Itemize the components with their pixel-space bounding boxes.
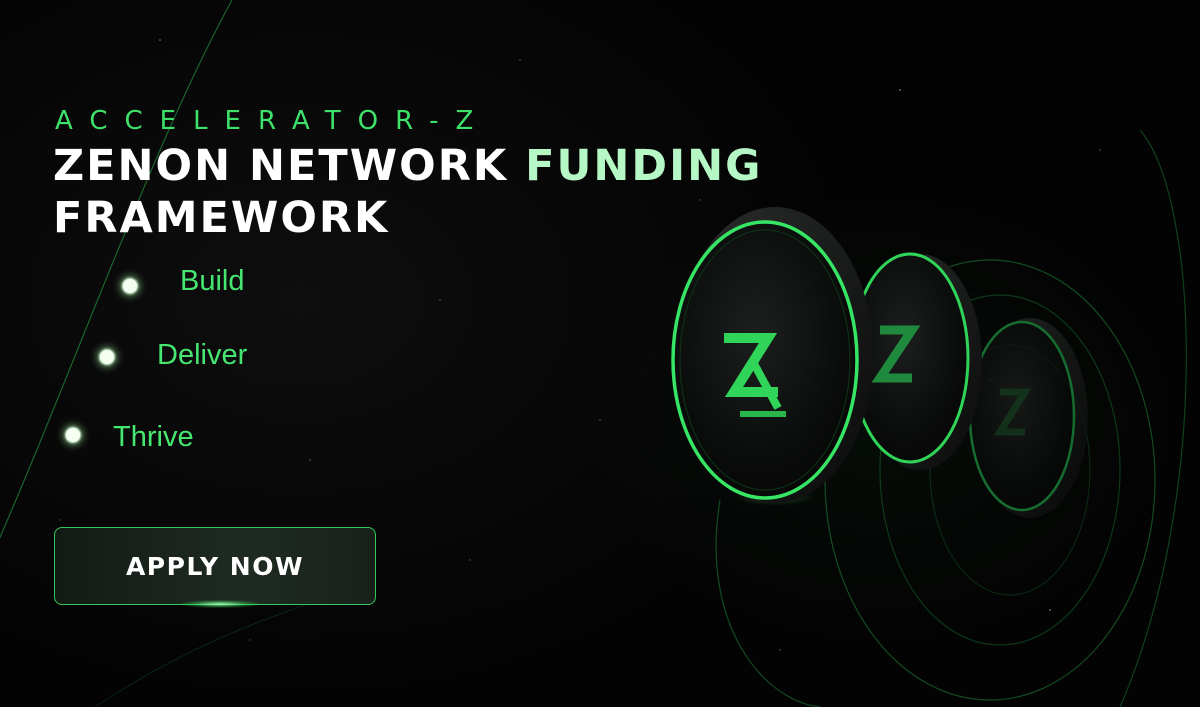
back-coin bbox=[968, 318, 1088, 518]
coins-illustration bbox=[671, 129, 1187, 707]
front-coin bbox=[671, 207, 873, 507]
hero-banner: ACCELERATOR-Z ZENON NETWORK FUNDING FRAM… bbox=[0, 0, 1200, 707]
